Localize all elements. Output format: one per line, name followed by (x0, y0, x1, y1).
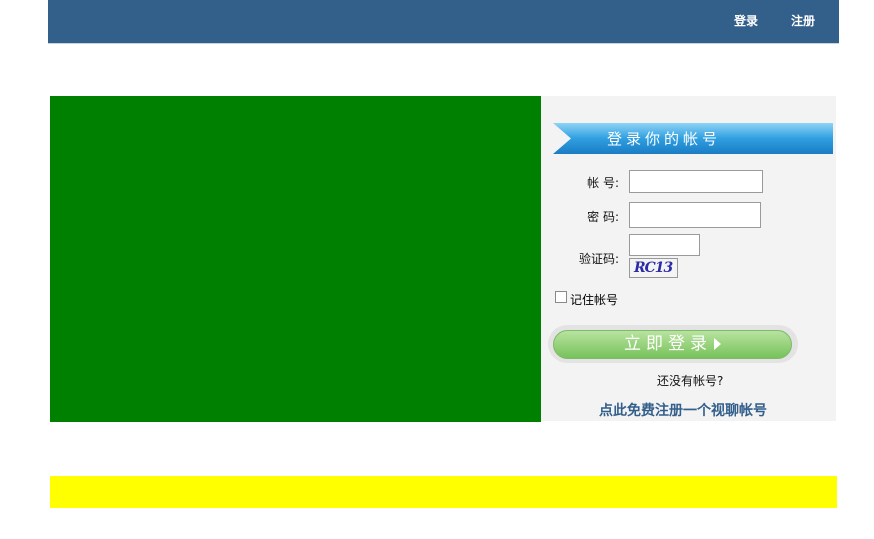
remember-account-checkbox[interactable] (555, 291, 567, 303)
nav-register-link[interactable]: 注册 (791, 12, 815, 29)
login-submit-label: 立即登录 (624, 334, 712, 354)
login-title: 登录你的帐号 (607, 130, 722, 148)
login-title-ribbon: 登录你的帐号 (553, 123, 833, 154)
footer-banner-bar (50, 476, 837, 508)
no-account-text: 还没有帐号? (657, 374, 724, 388)
free-register-link[interactable]: 点此免费注册一个视聊帐号 (599, 400, 767, 420)
login-button-frame: 立即登录 (548, 325, 798, 363)
play-arrow-icon (714, 338, 721, 350)
captcha-image[interactable]: RC13 (629, 258, 678, 278)
banner-area (50, 96, 541, 422)
remember-account-option[interactable]: 记住帐号 (555, 286, 618, 308)
login-submit-button[interactable]: 立即登录 (553, 330, 792, 359)
password-input[interactable] (629, 202, 761, 228)
captcha-image-text: RC13 (634, 260, 673, 276)
nav-login-link[interactable]: 登录 (734, 12, 758, 29)
top-nav-bar: 登录 注册 (48, 0, 839, 44)
account-label: 帐 号: (587, 176, 619, 190)
remember-account-label: 记住帐号 (570, 293, 619, 307)
account-input[interactable] (629, 170, 763, 193)
password-label: 密 码: (587, 210, 619, 224)
captcha-label: 验证码: (578, 252, 619, 266)
login-panel: 登录你的帐号 帐 号: 密 码: 验证码: RC13 记住帐号 立即登录 还没有… (541, 96, 836, 421)
captcha-input[interactable] (629, 234, 700, 256)
